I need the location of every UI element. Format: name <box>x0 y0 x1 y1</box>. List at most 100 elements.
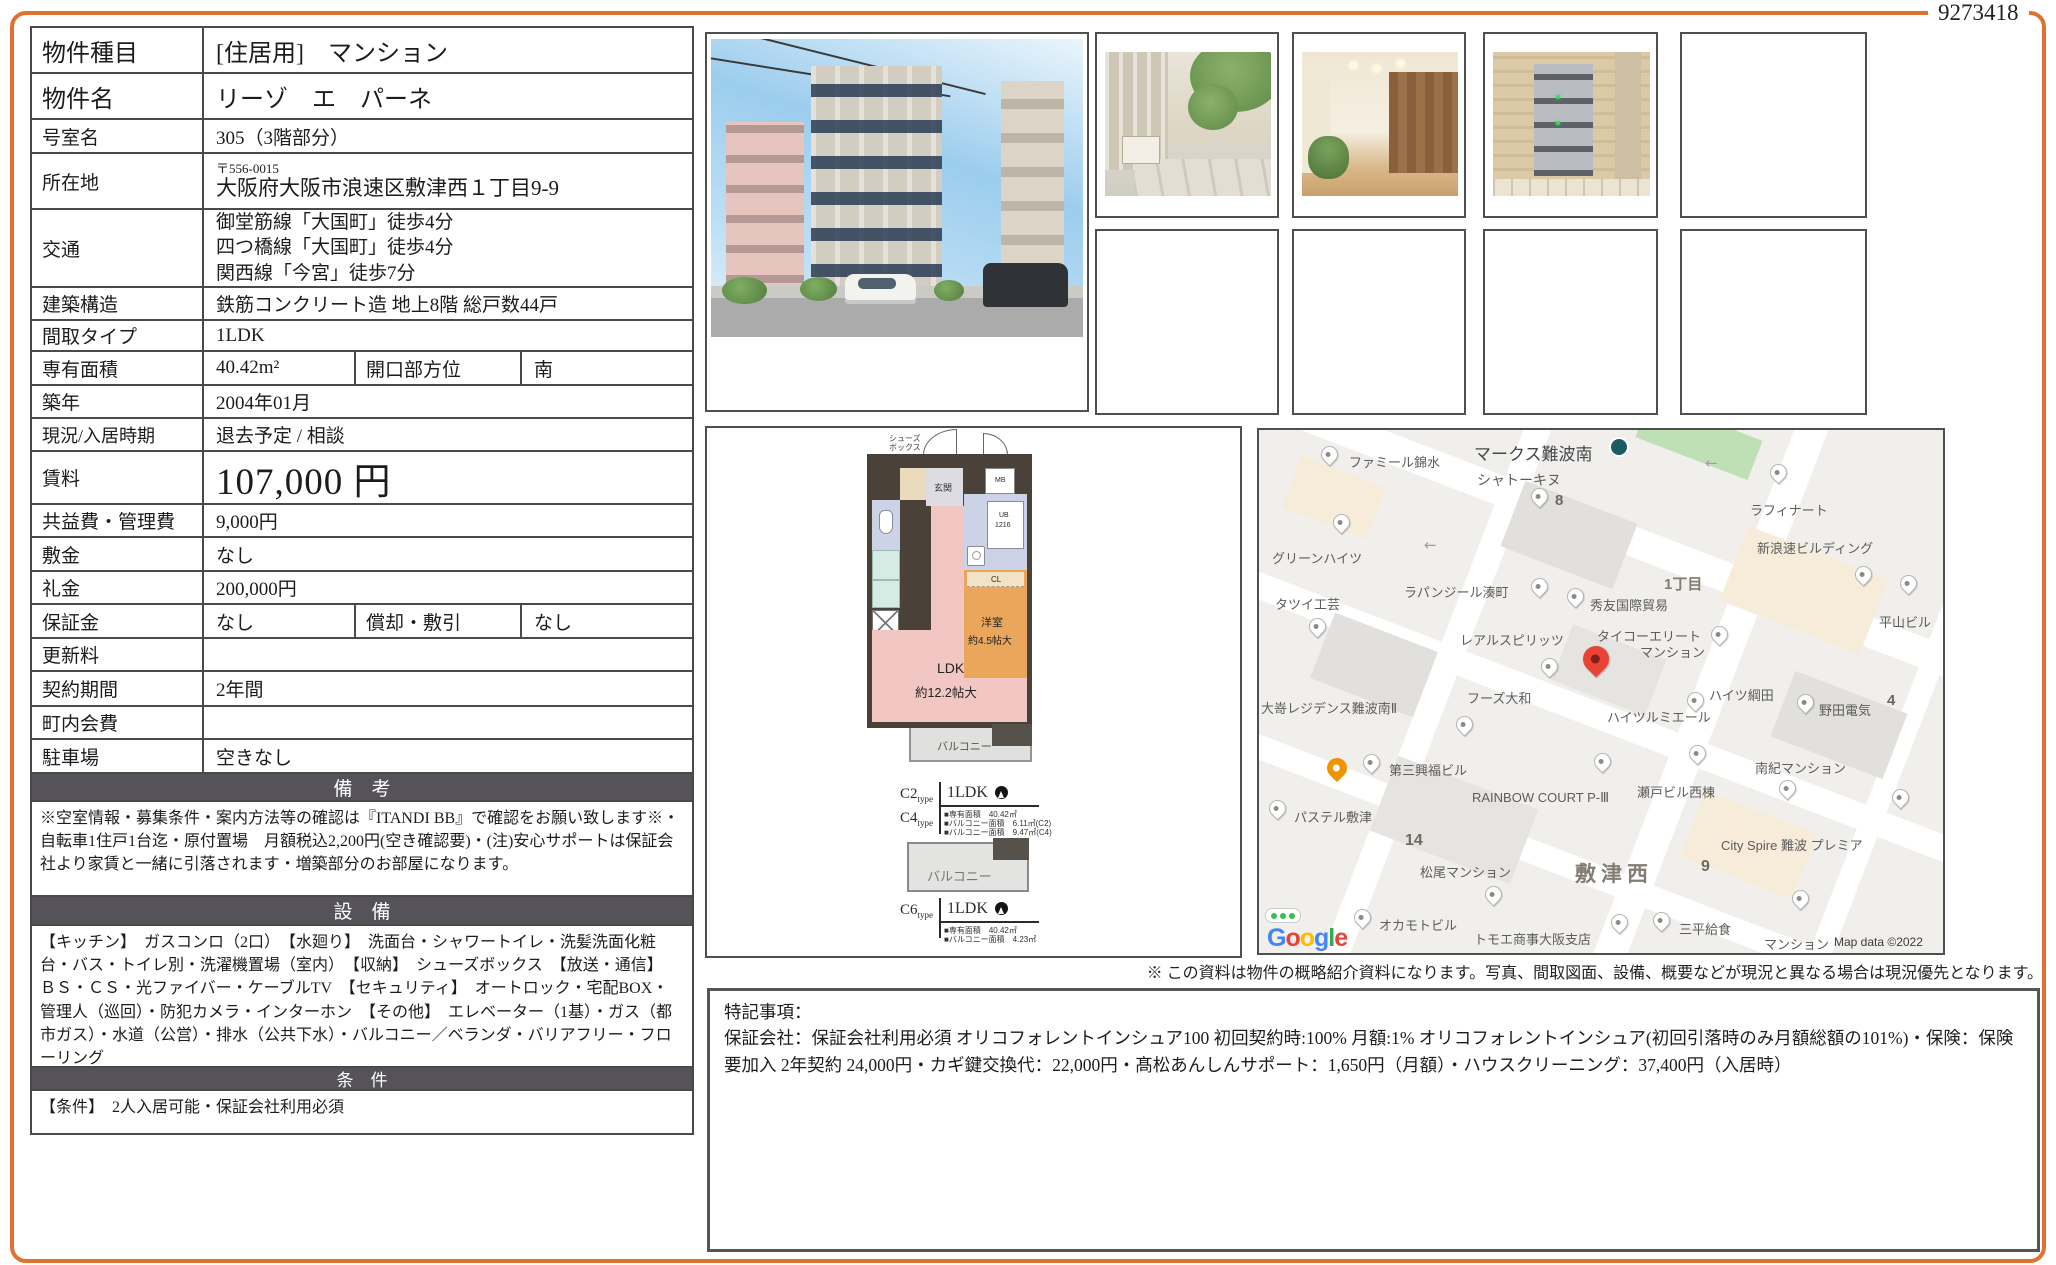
access-line: 四つ橋線「大国町」徒歩4分 <box>216 235 454 260</box>
corridor <box>931 506 964 630</box>
row-label: 町内会費 <box>32 707 204 738</box>
opening-direction-label: 開口部方位 <box>354 352 522 384</box>
type-c2-label: C2type <box>900 786 933 804</box>
entrance-cell: 玄関 <box>926 468 963 506</box>
legend-balcony-line: ■バルコニー面積 4.23㎡ <box>944 934 1036 945</box>
unit-bath: UB 1216 <box>987 501 1024 549</box>
table-row: 賃料 107,000 円 <box>32 452 692 505</box>
photo-entrance-approach <box>1105 52 1271 196</box>
kitchen-cell <box>872 550 900 580</box>
shoesbox-cell <box>900 468 926 500</box>
remarks-header: 備 考 <box>32 774 692 802</box>
floorplan-panel: シューズボックス 玄関 MB UB 1216 <box>705 426 1242 958</box>
balcony-diagram: バルコニー <box>907 842 1029 892</box>
map-label: 14 <box>1405 832 1423 850</box>
toilet-cell <box>872 500 900 550</box>
map-label: パステル敷津 <box>1294 807 1372 826</box>
row-label: 礼金 <box>32 572 204 603</box>
google-logo: Google <box>1267 924 1347 953</box>
row-value: 9,000円 <box>204 505 692 536</box>
map-label: ハイツ綱田 <box>1709 685 1774 704</box>
park-area <box>1635 428 1762 480</box>
property-sheet: 9273418 物件種目 [住居用] マンション 物件名 リーゾ エ パーネ 号… <box>0 0 2056 1265</box>
photo-box-mailboxes <box>1483 32 1658 218</box>
western-room-size: 約4.5帖大 <box>968 632 1012 647</box>
row-label: 保証金 <box>32 605 204 637</box>
rent-value: 107,000 円 <box>204 452 692 503</box>
row-value: 200,000円 <box>204 572 692 603</box>
map-label: 松尾マンション <box>1420 862 1511 881</box>
compass-icon <box>995 786 1008 799</box>
table-row: 築年 2004年01月 <box>32 386 692 419</box>
compass-icon <box>995 902 1008 915</box>
balcony-dark-block <box>992 724 1032 746</box>
map-label: 野田電気 <box>1819 700 1871 719</box>
ldk-label: LDK <box>937 660 964 676</box>
western-room: CL 洋室 約4.5帖大 <box>964 570 1027 678</box>
bath-area: UB 1216 <box>964 494 1027 570</box>
map-label: 新浪速ビルディング <box>1757 538 1873 557</box>
map-pin <box>1359 750 1383 774</box>
western-room-label: 洋室 <box>981 614 1003 630</box>
row-label: 共益費・管理費 <box>32 505 204 536</box>
table-row: 敷金 なし <box>32 538 692 572</box>
map-label: 第三興福ビル <box>1389 760 1467 779</box>
balcony-diagram-label: バルコニー <box>927 866 992 885</box>
meterbox-cell: MB <box>985 468 1015 494</box>
road-arrow-icon: ← <box>1424 536 1437 554</box>
map-label: 平山ビル <box>1879 612 1931 631</box>
traffic-signal-icon <box>1265 908 1301 923</box>
entrance-label: 玄関 <box>934 481 952 494</box>
row-label: 号室名 <box>32 120 204 152</box>
map-label: 三平給食 <box>1679 919 1731 938</box>
table-row: 町内会費 <box>32 707 692 740</box>
row-value: 2004年01月 <box>204 386 692 417</box>
photo-entrance-hall <box>1302 52 1458 196</box>
map-label: ラフィナート <box>1750 500 1828 519</box>
district-label: 敷津西 <box>1575 858 1653 888</box>
table-row: 物件種目 [住居用] マンション <box>32 28 692 74</box>
row-label: 物件種目 <box>32 28 204 72</box>
row-value: 退去予定 / 相談 <box>204 419 692 450</box>
table-row: 専有面積 40.42m² 開口部方位 南 <box>32 352 692 386</box>
access-line: 御堂筋線「大国町」徒歩4分 <box>216 210 454 235</box>
special-notes-body: 保証会社：保証会社利用必須 オリコフォレントインシュア100 初回契約時:100… <box>724 1025 2023 1078</box>
row-value: 鉄筋コンクリート造 地上8階 総戸数44戸 <box>204 288 692 319</box>
door-arc-icon <box>983 433 1008 455</box>
row-label: 交通 <box>32 210 204 286</box>
legend-balcony-line: ■バルコニー面積 9.47㎡(C4) <box>944 827 1052 838</box>
map-attribution: Map data ©2022 <box>1834 935 1923 949</box>
row-label: 賃料 <box>32 452 204 503</box>
map-label: レアルスピリッツ <box>1460 630 1564 649</box>
table-row: 礼金 200,000円 <box>32 572 692 605</box>
type-name: 1LDK <box>947 784 988 802</box>
map-label: 9 <box>1701 858 1710 876</box>
row-value: 空きなし <box>204 740 692 772</box>
map-label: 4 <box>1887 692 1895 709</box>
photo-box-empty <box>1680 32 1867 218</box>
map-label: オカモトビル <box>1379 915 1457 934</box>
district-label: 1丁目 <box>1664 573 1702 594</box>
ldk-size-label: 約12.2帖大 <box>915 682 977 701</box>
map-label: フーズ大和 <box>1467 688 1531 707</box>
map-label: ラパンジール湊町 <box>1404 582 1509 601</box>
map-label: 南紀マンション <box>1755 758 1846 777</box>
row-value <box>204 639 692 670</box>
row-label: 間取タイプ <box>32 321 204 350</box>
row-label: 建築構造 <box>32 288 204 319</box>
map-label: マンション <box>1764 934 1829 953</box>
map-label: 8 <box>1555 492 1563 509</box>
table-row: 間取タイプ 1LDK <box>32 321 692 352</box>
map-label: 瀬戸ビル西棟 <box>1637 782 1715 801</box>
map-pin <box>1527 574 1551 598</box>
row-value: 2年間 <box>204 672 692 705</box>
balcony-label: バルコニー <box>937 738 992 754</box>
row-value: リーゾ エ パーネ <box>204 74 692 118</box>
mb-label: MB <box>995 477 1006 484</box>
map-label: タツイ工芸 <box>1275 594 1340 613</box>
table-row: 号室名 305（3階部分） <box>32 120 692 154</box>
amortization-value: なし <box>522 605 692 637</box>
row-label: 更新料 <box>32 639 204 670</box>
table-row: 所在地 〒556-0015 大阪府大阪市浪速区敷津西１丁目9-9 <box>32 154 692 210</box>
map-pin <box>1452 712 1476 736</box>
